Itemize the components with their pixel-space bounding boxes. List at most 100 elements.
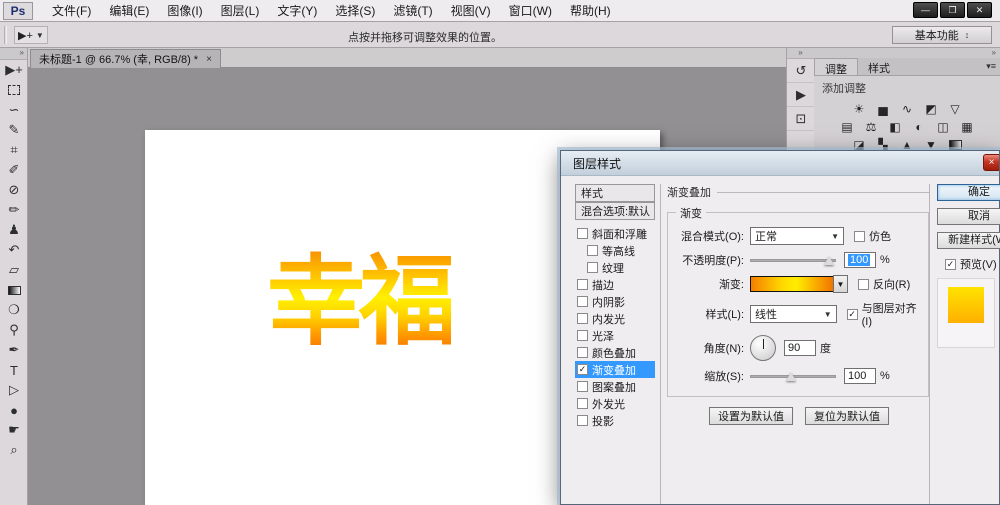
- style-item-bevel-emboss[interactable]: 斜面和浮雕: [575, 225, 655, 242]
- color-balance-icon[interactable]: ⚖: [863, 120, 879, 134]
- tools-collapse-icon[interactable]: »: [0, 48, 27, 60]
- brush-tool[interactable]: ✏: [0, 200, 28, 220]
- style-item-inner-shadow[interactable]: 内阴影: [575, 293, 655, 310]
- dodge-tool[interactable]: ⚲: [0, 320, 28, 340]
- checkbox[interactable]: [587, 262, 598, 273]
- checkbox[interactable]: [577, 313, 588, 324]
- gradient-swatch[interactable]: [750, 276, 834, 292]
- checkbox[interactable]: [577, 228, 588, 239]
- checkbox[interactable]: [587, 245, 598, 256]
- checkbox[interactable]: [577, 381, 588, 392]
- panel-dock-header[interactable]: »: [814, 48, 1000, 58]
- color-lookup-icon[interactable]: ▦: [959, 120, 975, 134]
- curves-icon[interactable]: ∿: [899, 102, 915, 116]
- reset-default-button[interactable]: 复位为默认值: [805, 407, 889, 425]
- vibrance-icon[interactable]: ▽: [947, 102, 963, 116]
- gradient-picker-arrow[interactable]: ▼: [833, 275, 848, 293]
- style-item-inner-glow[interactable]: 内发光: [575, 310, 655, 327]
- dialog-close-button[interactable]: ×: [983, 154, 999, 171]
- new-style-button[interactable]: 新建样式(W): [937, 232, 1000, 249]
- minimize-button[interactable]: —: [913, 2, 938, 18]
- align-checkbox[interactable]: ✓: [847, 309, 858, 320]
- reverse-option[interactable]: 反向(R): [858, 276, 910, 292]
- set-default-button[interactable]: 设置为默认值: [709, 407, 793, 425]
- style-item-gradient-overlay[interactable]: ✓渐变叠加: [575, 361, 655, 378]
- tab-close-icon[interactable]: ×: [206, 54, 212, 65]
- menu-help[interactable]: 帮助(H): [561, 0, 620, 22]
- document-tab[interactable]: 未标题-1 @ 66.7% (幸, RGB/8) * ×: [30, 49, 221, 68]
- opacity-slider-thumb[interactable]: [824, 256, 834, 265]
- checkbox[interactable]: [577, 296, 588, 307]
- blend-mode-dropdown[interactable]: 正常▼: [750, 227, 844, 245]
- menu-layer[interactable]: 图层(L): [212, 0, 269, 22]
- tab-styles[interactable]: 样式: [858, 58, 900, 75]
- opacity-slider[interactable]: [750, 253, 836, 267]
- style-item-drop-shadow[interactable]: 投影: [575, 412, 655, 429]
- ok-button[interactable]: 确定: [937, 184, 1000, 201]
- levels-icon[interactable]: ▅: [875, 102, 891, 116]
- blending-options-item[interactable]: 混合选项:默认: [575, 202, 655, 220]
- eyedropper-tool[interactable]: ✐: [0, 160, 28, 180]
- quick-selection-tool[interactable]: ✎: [0, 120, 28, 140]
- close-button[interactable]: ✕: [967, 2, 992, 18]
- panel-menu-icon[interactable]: ▾≡: [986, 61, 996, 72]
- type-tool[interactable]: T: [0, 360, 28, 380]
- eraser-tool[interactable]: ▱: [0, 260, 28, 280]
- dialog-title-bar[interactable]: 图层样式 ×: [561, 151, 999, 176]
- checkbox[interactable]: [577, 347, 588, 358]
- clone-stamp-tool[interactable]: ♟: [0, 220, 28, 240]
- cancel-button[interactable]: 取消: [937, 208, 1000, 225]
- style-item-texture[interactable]: 纹理: [575, 259, 655, 276]
- actions-panel-icon[interactable]: ▶: [787, 83, 815, 107]
- black-white-icon[interactable]: ◧: [887, 120, 903, 134]
- checkbox[interactable]: ✓: [577, 364, 588, 375]
- move-tool[interactable]: ▶+: [0, 60, 28, 80]
- tab-adjustments[interactable]: 调整: [814, 58, 858, 75]
- dither-option[interactable]: 仿色: [854, 228, 891, 244]
- menu-view[interactable]: 视图(V): [442, 0, 500, 22]
- history-brush-tool[interactable]: ↶: [0, 240, 28, 260]
- angle-value[interactable]: 90: [784, 340, 816, 356]
- checkbox[interactable]: [577, 398, 588, 409]
- style-dropdown[interactable]: 线性▼: [750, 305, 837, 323]
- history-panel-icon[interactable]: ↺: [787, 59, 815, 83]
- style-item-color-overlay[interactable]: 颜色叠加: [575, 344, 655, 361]
- blur-tool[interactable]: ❍: [0, 300, 28, 320]
- shape-tool[interactable]: ●: [0, 400, 28, 420]
- maximize-button[interactable]: ❐: [940, 2, 965, 18]
- exposure-icon[interactable]: ◩: [923, 102, 939, 116]
- scale-slider-thumb[interactable]: [786, 372, 796, 381]
- style-item-pattern-overlay[interactable]: 图案叠加: [575, 378, 655, 395]
- channel-mixer-icon[interactable]: ◫: [935, 120, 951, 134]
- checkbox[interactable]: [577, 330, 588, 341]
- zoom-tool[interactable]: ⌕: [0, 440, 28, 460]
- align-with-layer-option[interactable]: ✓ 与图层对齐(I): [847, 300, 920, 328]
- crop-tool[interactable]: ⌗: [0, 140, 28, 160]
- menu-filter[interactable]: 滤镜(T): [384, 0, 441, 22]
- workspace-switcher[interactable]: 基本功能 ↕: [892, 26, 992, 44]
- photo-filter-icon[interactable]: ◐: [911, 120, 927, 134]
- healing-brush-tool[interactable]: ⊘: [0, 180, 28, 200]
- rectangular-marquee-tool[interactable]: [0, 80, 28, 100]
- scale-slider[interactable]: [750, 369, 836, 383]
- menu-window[interactable]: 窗口(W): [500, 0, 561, 22]
- gradient-tool[interactable]: [0, 280, 28, 300]
- hue-saturation-icon[interactable]: ▤: [839, 120, 855, 134]
- chevron-down-icon[interactable]: ▼: [36, 31, 44, 40]
- pen-tool[interactable]: ✒: [0, 340, 28, 360]
- clone-source-panel-icon[interactable]: ⊡: [787, 107, 815, 131]
- path-selection-tool[interactable]: ▷: [0, 380, 28, 400]
- preview-checkbox[interactable]: ✓: [945, 259, 956, 270]
- preview-option[interactable]: ✓ 预览(V): [945, 256, 1000, 272]
- brightness-contrast-icon[interactable]: ☀: [851, 102, 867, 116]
- angle-dial[interactable]: [750, 335, 776, 361]
- opacity-value[interactable]: 100: [844, 252, 876, 268]
- checkbox[interactable]: [577, 279, 588, 290]
- move-tool-options[interactable]: ▶+ ▼: [14, 26, 48, 44]
- menu-image[interactable]: 图像(I): [158, 0, 211, 22]
- style-item-satin[interactable]: 光泽: [575, 327, 655, 344]
- lasso-tool[interactable]: ∽: [0, 100, 28, 120]
- dither-checkbox[interactable]: [854, 231, 865, 242]
- menu-edit[interactable]: 编辑(E): [100, 0, 158, 22]
- reverse-checkbox[interactable]: [858, 279, 869, 290]
